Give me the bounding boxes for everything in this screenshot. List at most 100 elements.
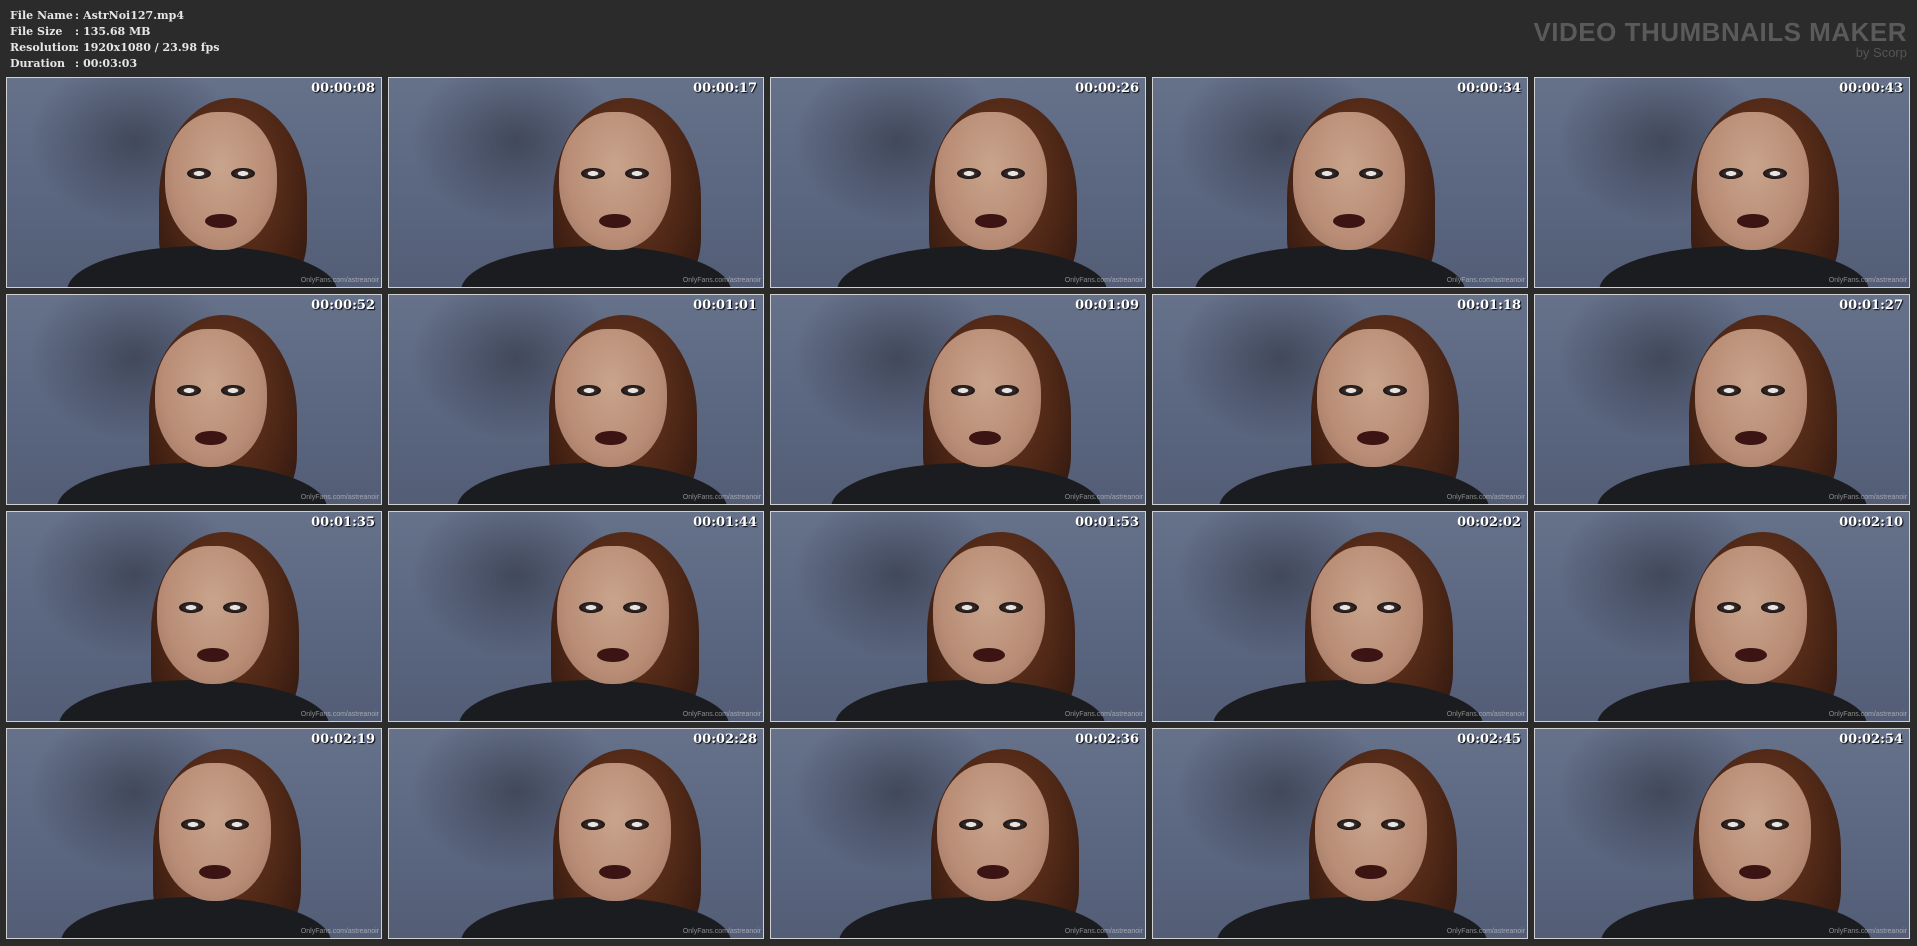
video-frame-image bbox=[7, 729, 375, 938]
file-size-label: File Size bbox=[10, 25, 63, 38]
lips-shape bbox=[1735, 648, 1767, 662]
lips-shape bbox=[199, 865, 231, 879]
eye-shape bbox=[959, 819, 983, 830]
lips-shape bbox=[195, 431, 227, 445]
eye-shape bbox=[577, 385, 601, 396]
file-size-value: 135.68 MB bbox=[83, 25, 151, 38]
video-frame-image bbox=[7, 295, 371, 504]
thumbnail-frame[interactable]: 00:00:26 OnlyFans.com/astreanoir bbox=[770, 77, 1146, 288]
timestamp: 00:00:08 bbox=[311, 81, 375, 96]
face-shape bbox=[1315, 763, 1427, 901]
timestamp: 00:01:09 bbox=[1075, 298, 1139, 313]
duration-row: Duration : 00:03:03 bbox=[10, 56, 219, 72]
watermark: OnlyFans.com/astreanoir bbox=[1064, 494, 1143, 501]
video-frame-image bbox=[397, 295, 763, 504]
eye-shape bbox=[957, 168, 981, 179]
thumbnail-frame[interactable]: 00:00:43 OnlyFans.com/astreanoir bbox=[1534, 77, 1910, 288]
thumbnail-frame[interactable]: 00:02:28 OnlyFans.com/astreanoir bbox=[388, 728, 764, 939]
timestamp: 00:01:27 bbox=[1839, 298, 1903, 313]
duration-value: 00:03:03 bbox=[83, 57, 138, 70]
eye-shape bbox=[1339, 385, 1363, 396]
face-shape bbox=[159, 763, 271, 901]
timestamp: 00:00:17 bbox=[693, 81, 757, 96]
lips-shape bbox=[977, 865, 1009, 879]
timestamp: 00:02:36 bbox=[1075, 732, 1139, 747]
eye-shape bbox=[999, 602, 1023, 613]
lips-shape bbox=[973, 648, 1005, 662]
file-info-panel: File Name : AstrNoi127.mp4 File Size : 1… bbox=[10, 8, 219, 72]
thumbnail-frame[interactable]: 00:01:09 OnlyFans.com/astreanoir bbox=[770, 294, 1146, 505]
thumbnail-frame[interactable]: 00:02:10 OnlyFans.com/astreanoir bbox=[1534, 511, 1910, 722]
thumbnail-frame[interactable]: 00:02:54 OnlyFans.com/astreanoir bbox=[1534, 728, 1910, 939]
video-frame-image bbox=[401, 729, 763, 938]
eye-shape bbox=[1383, 385, 1407, 396]
thumbnail-frame[interactable]: 00:02:45 OnlyFans.com/astreanoir bbox=[1152, 728, 1528, 939]
eye-shape bbox=[579, 602, 603, 613]
face-shape bbox=[929, 329, 1041, 467]
thumbnail-frame[interactable]: 00:00:17 OnlyFans.com/astreanoir bbox=[388, 77, 764, 288]
video-frame-image bbox=[1537, 512, 1909, 721]
face-shape bbox=[1317, 329, 1429, 467]
thumbnail-frame[interactable]: 00:02:36 OnlyFans.com/astreanoir bbox=[770, 728, 1146, 939]
thumbnail-frame[interactable]: 00:01:27 OnlyFans.com/astreanoir bbox=[1534, 294, 1910, 505]
eye-shape bbox=[187, 168, 211, 179]
thumbnail-frame[interactable]: 00:01:18 OnlyFans.com/astreanoir bbox=[1152, 294, 1528, 505]
video-frame-image bbox=[7, 512, 373, 721]
watermark: OnlyFans.com/astreanoir bbox=[1446, 494, 1525, 501]
thumbnail-frame[interactable]: 00:01:01 OnlyFans.com/astreanoir bbox=[388, 294, 764, 505]
watermark: OnlyFans.com/astreanoir bbox=[300, 277, 379, 284]
face-shape bbox=[1293, 112, 1405, 250]
eye-shape bbox=[1359, 168, 1383, 179]
thumbnail-frame[interactable]: 00:01:44 OnlyFans.com/astreanoir bbox=[388, 511, 764, 722]
video-frame-image bbox=[7, 78, 381, 287]
video-frame-image bbox=[777, 78, 1145, 287]
video-frame-image bbox=[399, 512, 763, 721]
timestamp: 00:00:34 bbox=[1457, 81, 1521, 96]
video-frame-image bbox=[775, 512, 1145, 721]
timestamp: 00:01:44 bbox=[693, 515, 757, 530]
lips-shape bbox=[1737, 214, 1769, 228]
eye-shape bbox=[1761, 602, 1785, 613]
video-frame-image bbox=[401, 78, 763, 287]
eye-shape bbox=[1337, 819, 1361, 830]
eye-shape bbox=[1719, 168, 1743, 179]
watermark: OnlyFans.com/astreanoir bbox=[1064, 277, 1143, 284]
face-shape bbox=[559, 112, 671, 250]
timestamp: 00:02:54 bbox=[1839, 732, 1903, 747]
watermark: OnlyFans.com/astreanoir bbox=[682, 928, 761, 935]
face-shape bbox=[157, 546, 269, 684]
watermark: OnlyFans.com/astreanoir bbox=[1064, 928, 1143, 935]
face-shape bbox=[559, 763, 671, 901]
thumbnail-frame[interactable]: 00:00:08 OnlyFans.com/astreanoir bbox=[6, 77, 382, 288]
thumbnail-frame[interactable]: 00:02:02 OnlyFans.com/astreanoir bbox=[1152, 511, 1528, 722]
face-shape bbox=[1311, 546, 1423, 684]
resolution-value: 1920x1080 / 23.98 fps bbox=[83, 41, 220, 54]
video-frame-image bbox=[1153, 512, 1527, 721]
eye-shape bbox=[1765, 819, 1789, 830]
video-frame-image bbox=[1157, 729, 1527, 938]
thumbnail-frame[interactable]: 00:01:35 OnlyFans.com/astreanoir bbox=[6, 511, 382, 722]
lips-shape bbox=[599, 214, 631, 228]
resolution-row: Resolution : 1920x1080 / 23.98 fps bbox=[10, 40, 219, 56]
brand-title: VIDEO THUMBNAILS MAKER bbox=[1533, 17, 1907, 47]
thumbnail-frame[interactable]: 00:01:53 OnlyFans.com/astreanoir bbox=[770, 511, 1146, 722]
eye-shape bbox=[1721, 819, 1745, 830]
timestamp: 00:02:19 bbox=[311, 732, 375, 747]
video-frame-image bbox=[1541, 729, 1909, 938]
eye-shape bbox=[179, 602, 203, 613]
thumbnail-frame[interactable]: 00:02:19 OnlyFans.com/astreanoir bbox=[6, 728, 382, 939]
video-frame-image bbox=[771, 295, 1145, 504]
video-frame-image bbox=[779, 729, 1145, 938]
thumbnail-frame[interactable]: 00:00:52 OnlyFans.com/astreanoir bbox=[6, 294, 382, 505]
thumbnail-frame[interactable]: 00:00:34 OnlyFans.com/astreanoir bbox=[1152, 77, 1528, 288]
file-name-label: File Name bbox=[10, 9, 73, 22]
eye-shape bbox=[225, 819, 249, 830]
watermark: OnlyFans.com/astreanoir bbox=[300, 711, 379, 718]
eye-shape bbox=[1001, 168, 1025, 179]
eye-shape bbox=[1003, 819, 1027, 830]
video-frame-image bbox=[1539, 78, 1909, 287]
face-shape bbox=[165, 112, 277, 250]
eye-shape bbox=[1717, 602, 1741, 613]
watermark: OnlyFans.com/astreanoir bbox=[1828, 711, 1907, 718]
eye-shape bbox=[221, 385, 245, 396]
